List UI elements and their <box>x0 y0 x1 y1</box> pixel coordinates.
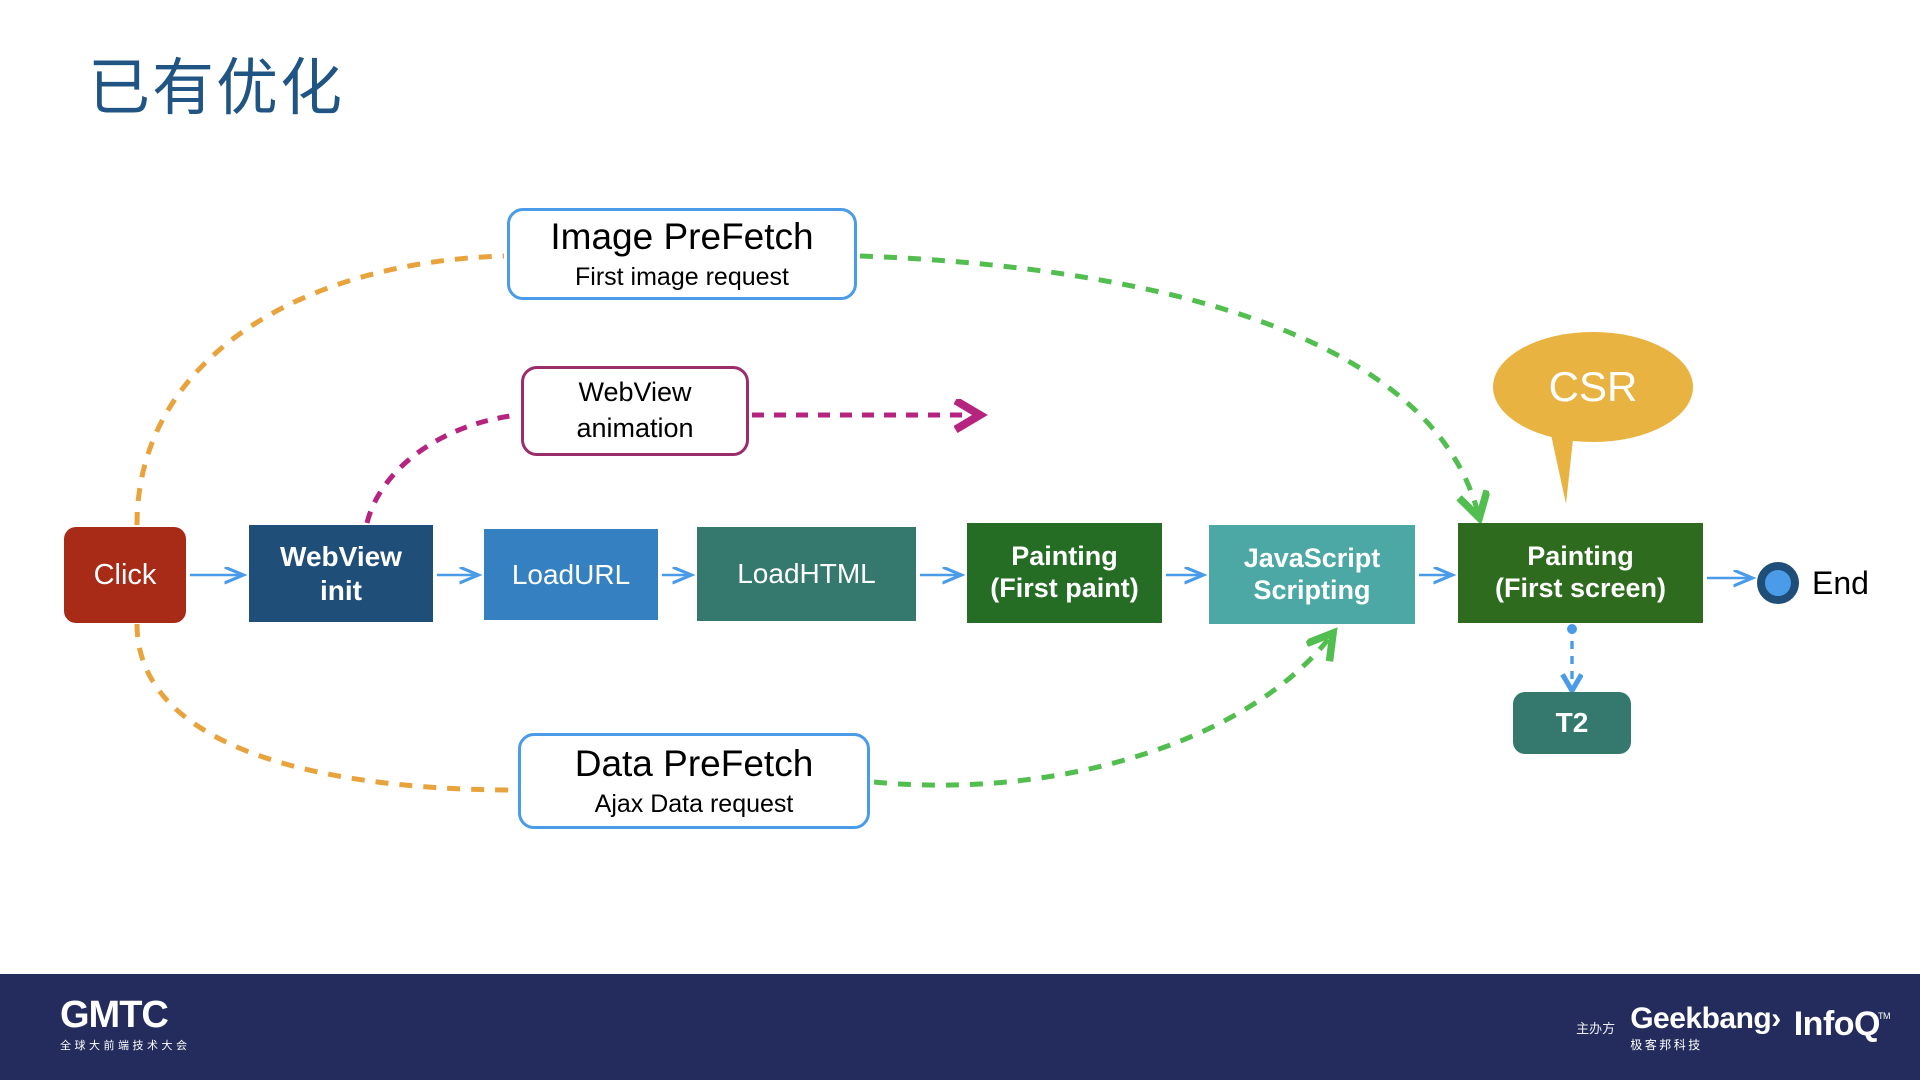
flow-box-webview-init-label: WebView <box>280 541 402 573</box>
page-title: 已有优化 <box>88 54 345 123</box>
t2-connector-start-dot <box>1567 624 1577 634</box>
flow-box-click-label: Click <box>93 558 157 591</box>
flow-box-click[interactable]: Click <box>64 527 186 623</box>
flow-box-loadurl[interactable]: LoadURL <box>484 529 658 620</box>
flow-box-painting-first-paint[interactable]: Painting (First paint) <box>967 523 1162 623</box>
geekbang-logo: Geekbang› 极客邦科技 <box>1630 1002 1781 1052</box>
geekbang-chinese-name: 极客邦科技 <box>1630 1038 1703 1052</box>
gmtc-tagline: 全球大前端技术大会 <box>60 1040 191 1052</box>
flow-box-loadurl-label: LoadURL <box>511 558 631 590</box>
footer-bar: GMTC 全球大前端技术大会 主办方 Geekbang› 极客邦科技 InfoQ… <box>0 974 1920 1080</box>
footer-sponsors: 主办方 Geekbang› 极客邦科技 InfoQTM <box>1576 1002 1892 1052</box>
csr-bubble-tail <box>1550 430 1574 504</box>
end-node-icon <box>1757 562 1799 604</box>
callout-data-prefetch-subtitle: Ajax Data request <box>594 789 794 818</box>
flow-box-loadhtml[interactable]: LoadHTML <box>697 527 916 621</box>
gmtc-logo: GMTC 全球大前端技术大会 <box>60 996 191 1052</box>
flow-box-webview-init-label2: init <box>320 574 362 606</box>
flow-box-loadhtml-label: LoadHTML <box>737 558 876 590</box>
flow-box-javascript-scripting[interactable]: JavaScript Scripting <box>1209 525 1415 624</box>
callout-image-prefetch-title: Image PreFetch <box>550 216 814 258</box>
organizer-label: 主办方 <box>1576 1021 1616 1036</box>
flow-box-painting-first-screen[interactable]: Painting (First screen) <box>1458 523 1703 623</box>
callout-data-prefetch[interactable]: Data PreFetch Ajax Data request <box>518 733 870 829</box>
callout-webview-animation-title: WebView <box>578 377 692 408</box>
infoq-trademark: TM <box>1878 1010 1891 1021</box>
infoq-wordmark-text: InfoQ <box>1793 1004 1881 1043</box>
gmtc-wordmark: GMTC <box>60 994 169 1036</box>
flow-box-webview-init[interactable]: WebView init <box>249 525 433 622</box>
csr-bubble[interactable]: CSR <box>1493 332 1693 442</box>
csr-bubble-label: CSR <box>1548 363 1638 410</box>
flow-box-painting-first-screen-label2: (First screen) <box>1494 573 1667 603</box>
callout-webview-animation[interactable]: WebView animation <box>521 366 749 456</box>
end-node-label: End <box>1812 565 1869 601</box>
flow-box-javascript-scripting-label: JavaScript <box>1243 542 1381 573</box>
flow-box-t2[interactable]: T2 <box>1513 692 1631 754</box>
dashed-image-prefetch-to-firstscreen <box>859 253 1478 513</box>
callout-image-prefetch[interactable]: Image PreFetch First image request <box>507 208 857 300</box>
flow-box-javascript-scripting-label2: Scripting <box>1253 574 1371 605</box>
flow-box-painting-first-paint-label2: (First paint) <box>990 573 1139 603</box>
dashed-click-to-data-prefetch <box>134 623 516 793</box>
flow-box-t2-label: T2 <box>1555 707 1589 739</box>
callout-image-prefetch-subtitle: First image request <box>575 262 789 291</box>
geekbang-wordmark: Geekbang› <box>1630 1002 1781 1035</box>
slide-canvas: 已有优化 Click WebView init LoadURL LoadHTML… <box>0 0 1920 1080</box>
dashed-data-prefetch-to-jsscripting <box>873 637 1330 788</box>
flow-box-painting-first-screen-label: Painting <box>1527 541 1634 572</box>
dashed-webview-to-animation <box>364 412 519 524</box>
infoq-logo: InfoQTM <box>1794 1007 1892 1041</box>
callout-data-prefetch-title: Data PreFetch <box>574 743 814 785</box>
callout-webview-animation-subtitle: animation <box>576 413 694 443</box>
dashed-click-to-image-prefetch <box>134 253 505 526</box>
flow-box-painting-first-paint-label: Painting <box>1011 541 1118 572</box>
